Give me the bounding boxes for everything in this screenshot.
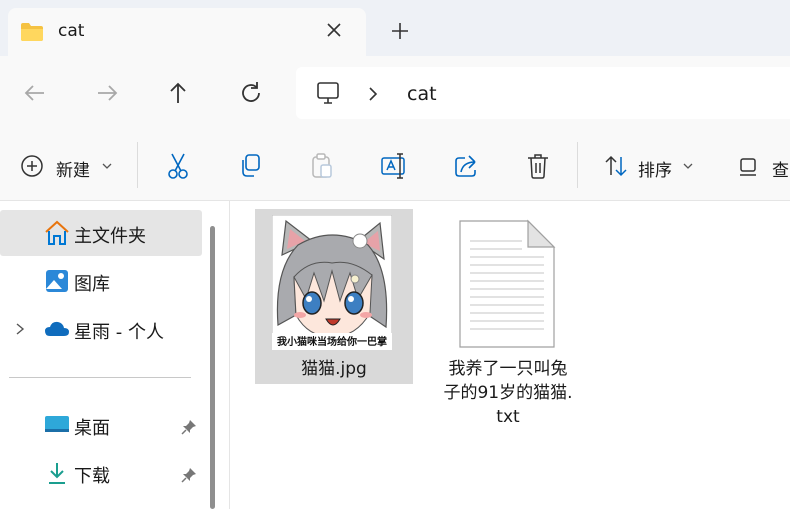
file-name: 猫猫.jpg — [301, 359, 367, 379]
file-name-line: 我养了一只叫兔 — [448, 359, 568, 379]
toolbar-divider — [577, 142, 578, 188]
new-plus-icon — [21, 155, 43, 177]
up-arrow-icon[interactable] — [163, 78, 193, 108]
back-arrow-icon[interactable] — [20, 78, 50, 108]
chevron-right-icon[interactable] — [366, 83, 380, 105]
pin-icon[interactable] — [180, 466, 198, 484]
chevron-right-icon[interactable] — [13, 321, 27, 337]
thumbnail-caption: 我小猫咪当场给你一巴掌 — [277, 337, 387, 348]
computer-icon[interactable] — [315, 80, 341, 106]
onedrive-cloud-icon — [45, 321, 69, 336]
sidebar-item-label: 下载 — [74, 466, 110, 487]
share-icon[interactable] — [453, 152, 481, 180]
folder-icon — [21, 23, 43, 41]
paste-icon[interactable] — [309, 152, 335, 180]
gallery-icon — [46, 270, 68, 292]
sidebar-divider — [9, 377, 191, 378]
close-icon[interactable] — [322, 18, 346, 42]
forward-arrow-icon[interactable] — [92, 78, 122, 108]
rename-icon[interactable] — [380, 152, 408, 180]
cut-icon[interactable] — [165, 152, 191, 180]
sidebar-scrollbar[interactable] — [210, 226, 215, 509]
copy-icon[interactable] — [237, 152, 263, 180]
file-name-line: txt — [496, 407, 520, 427]
sort-button[interactable]: 排序 — [638, 156, 672, 181]
file-name-line: 子的91岁的猫猫. — [443, 383, 573, 403]
plus-icon[interactable] — [388, 19, 412, 43]
sidebar-item-label: 主文件夹 — [74, 226, 146, 247]
pane-divider — [229, 201, 230, 509]
sort-icon — [605, 155, 627, 177]
view-icon — [740, 158, 756, 176]
toolbar-divider — [137, 142, 138, 188]
sidebar-item-label: 图库 — [74, 274, 110, 295]
desktop-icon — [45, 416, 69, 432]
delete-icon[interactable] — [525, 152, 551, 180]
view-button[interactable]: 查 — [772, 156, 789, 181]
sidebar-item-label: 桌面 — [74, 418, 110, 439]
sidebar-item-label: 星雨 - 个人 — [74, 322, 164, 343]
cat-girl-thumbnail-image — [272, 215, 392, 350]
text-file-icon[interactable] — [458, 219, 556, 349]
home-icon — [45, 220, 69, 245]
chevron-down-icon[interactable] — [101, 160, 113, 172]
breadcrumb-cat[interactable]: cat — [407, 83, 437, 105]
chevron-down-icon[interactable] — [682, 160, 694, 172]
tab-title: cat — [58, 21, 85, 41]
refresh-icon[interactable] — [236, 78, 266, 108]
new-button[interactable]: 新建 — [56, 156, 90, 181]
pin-icon[interactable] — [180, 418, 198, 436]
download-icon — [49, 463, 65, 484]
